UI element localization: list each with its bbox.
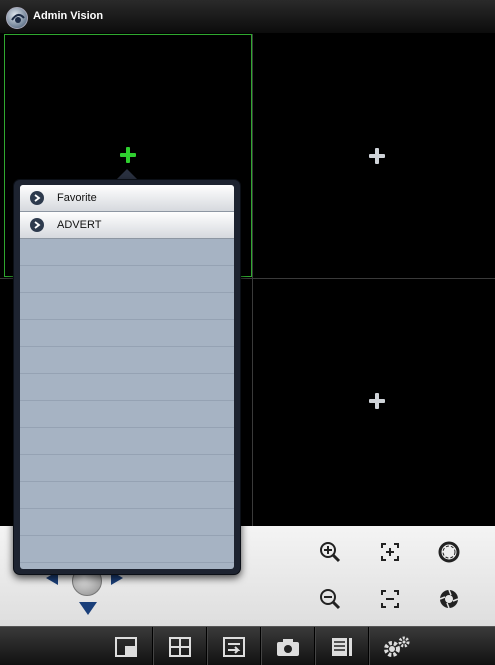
add-camera-icon[interactable] (369, 148, 385, 164)
ptz-down-icon[interactable] (79, 602, 97, 615)
app-logo-icon (6, 7, 28, 29)
device-group-advert[interactable]: ADVERT (20, 212, 234, 239)
bottom-toolbar (0, 626, 495, 665)
zoom-in-icon[interactable] (317, 539, 343, 565)
device-group-popover: Favorite ADVERT (13, 179, 241, 575)
quad-view-icon (169, 636, 191, 657)
playback-button[interactable] (208, 627, 261, 665)
snapshot-button[interactable] (262, 627, 315, 665)
video-cell-4[interactable] (253, 279, 495, 526)
focus-far-icon[interactable] (377, 586, 403, 612)
app-root: Admin Vision Favorite ADVERT (0, 0, 495, 665)
device-group-label: Favorite (57, 192, 97, 204)
add-camera-icon[interactable] (120, 147, 136, 163)
settings-icon (383, 636, 409, 657)
video-cell-2[interactable] (253, 34, 495, 277)
quad-view-button[interactable] (154, 627, 207, 665)
zoom-out-icon[interactable] (317, 586, 343, 612)
device-group-list: Favorite ADVERT (20, 185, 234, 569)
single-view-button[interactable] (100, 627, 153, 665)
chevron-right-icon (30, 218, 44, 232)
device-group-label: ADVERT (57, 219, 102, 231)
title-bar: Admin Vision (0, 0, 495, 34)
focus-near-icon[interactable] (377, 539, 403, 565)
add-camera-icon[interactable] (369, 393, 385, 409)
device-list-icon (332, 637, 352, 656)
chevron-right-icon (30, 191, 44, 205)
device-group-favorite[interactable]: Favorite (20, 185, 234, 212)
iris-close-icon[interactable] (436, 586, 462, 612)
single-view-icon (115, 636, 137, 657)
playback-icon (223, 636, 245, 657)
snapshot-icon (277, 638, 299, 656)
app-title: Admin Vision (33, 10, 104, 22)
device-list-button[interactable] (316, 627, 369, 665)
iris-open-icon[interactable] (436, 539, 462, 565)
settings-button[interactable] (370, 627, 423, 665)
